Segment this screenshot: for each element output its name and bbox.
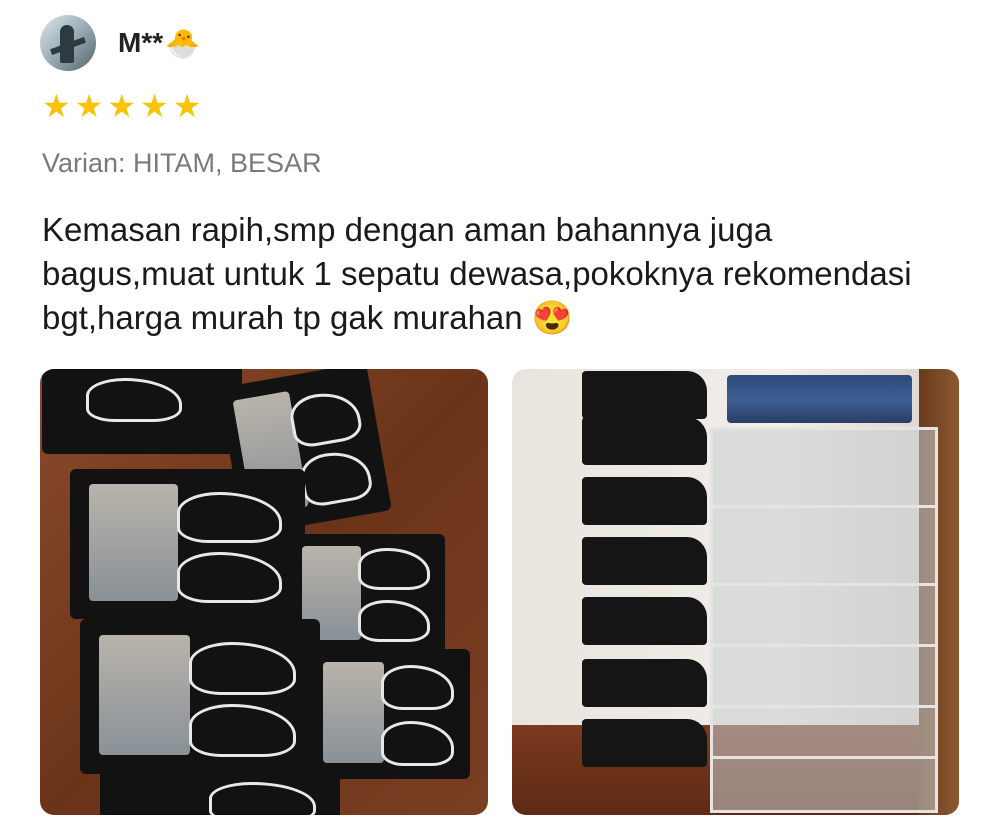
cabinet-row: [713, 647, 935, 708]
chick-icon: 🐣: [165, 27, 200, 59]
rack-shelf-bag: [582, 659, 707, 707]
cabinet-row: [713, 430, 935, 508]
avatar[interactable]: [40, 15, 96, 71]
folded-clothes: [727, 375, 912, 423]
shoe-bag: [100, 764, 340, 815]
shoe-rack: [582, 369, 707, 815]
plastic-cabinet: [710, 427, 938, 813]
shoe-bag: [70, 469, 305, 619]
review-header: M** 🐣: [40, 15, 200, 71]
rack-shelf-bag: [582, 477, 707, 525]
star-icon: ★: [107, 88, 137, 124]
review-photo-shoe-bags[interactable]: [40, 369, 488, 815]
username: M** 🐣: [118, 27, 200, 60]
cabinet-row: [713, 586, 935, 647]
rack-shelf-bag: [582, 417, 707, 465]
shoe-bag: [80, 619, 320, 774]
star-icon: ★: [172, 88, 202, 124]
star-icon: ★: [42, 88, 71, 124]
rack-shelf-bag: [582, 371, 707, 419]
cabinet-row: [713, 708, 935, 759]
rack-shelf-bag: [582, 597, 707, 645]
variant-label: Varian: HITAM, BESAR: [42, 148, 322, 178]
star-rating: ★ ★ ★ ★ ★: [42, 88, 201, 124]
rack-shelf-bag: [582, 537, 707, 585]
review-photo-shoe-rack[interactable]: [512, 369, 959, 815]
shoe-bag: [42, 369, 242, 454]
shoe-bag: [310, 649, 470, 779]
star-icon: ★: [140, 88, 169, 124]
rack-shelf-bag: [582, 719, 707, 767]
cabinet-row: [713, 508, 935, 586]
star-icon: ★: [74, 88, 104, 124]
review-text: Kemasan rapih,smp dengan aman bahannya j…: [42, 211, 912, 336]
username-text: M**: [118, 27, 164, 58]
